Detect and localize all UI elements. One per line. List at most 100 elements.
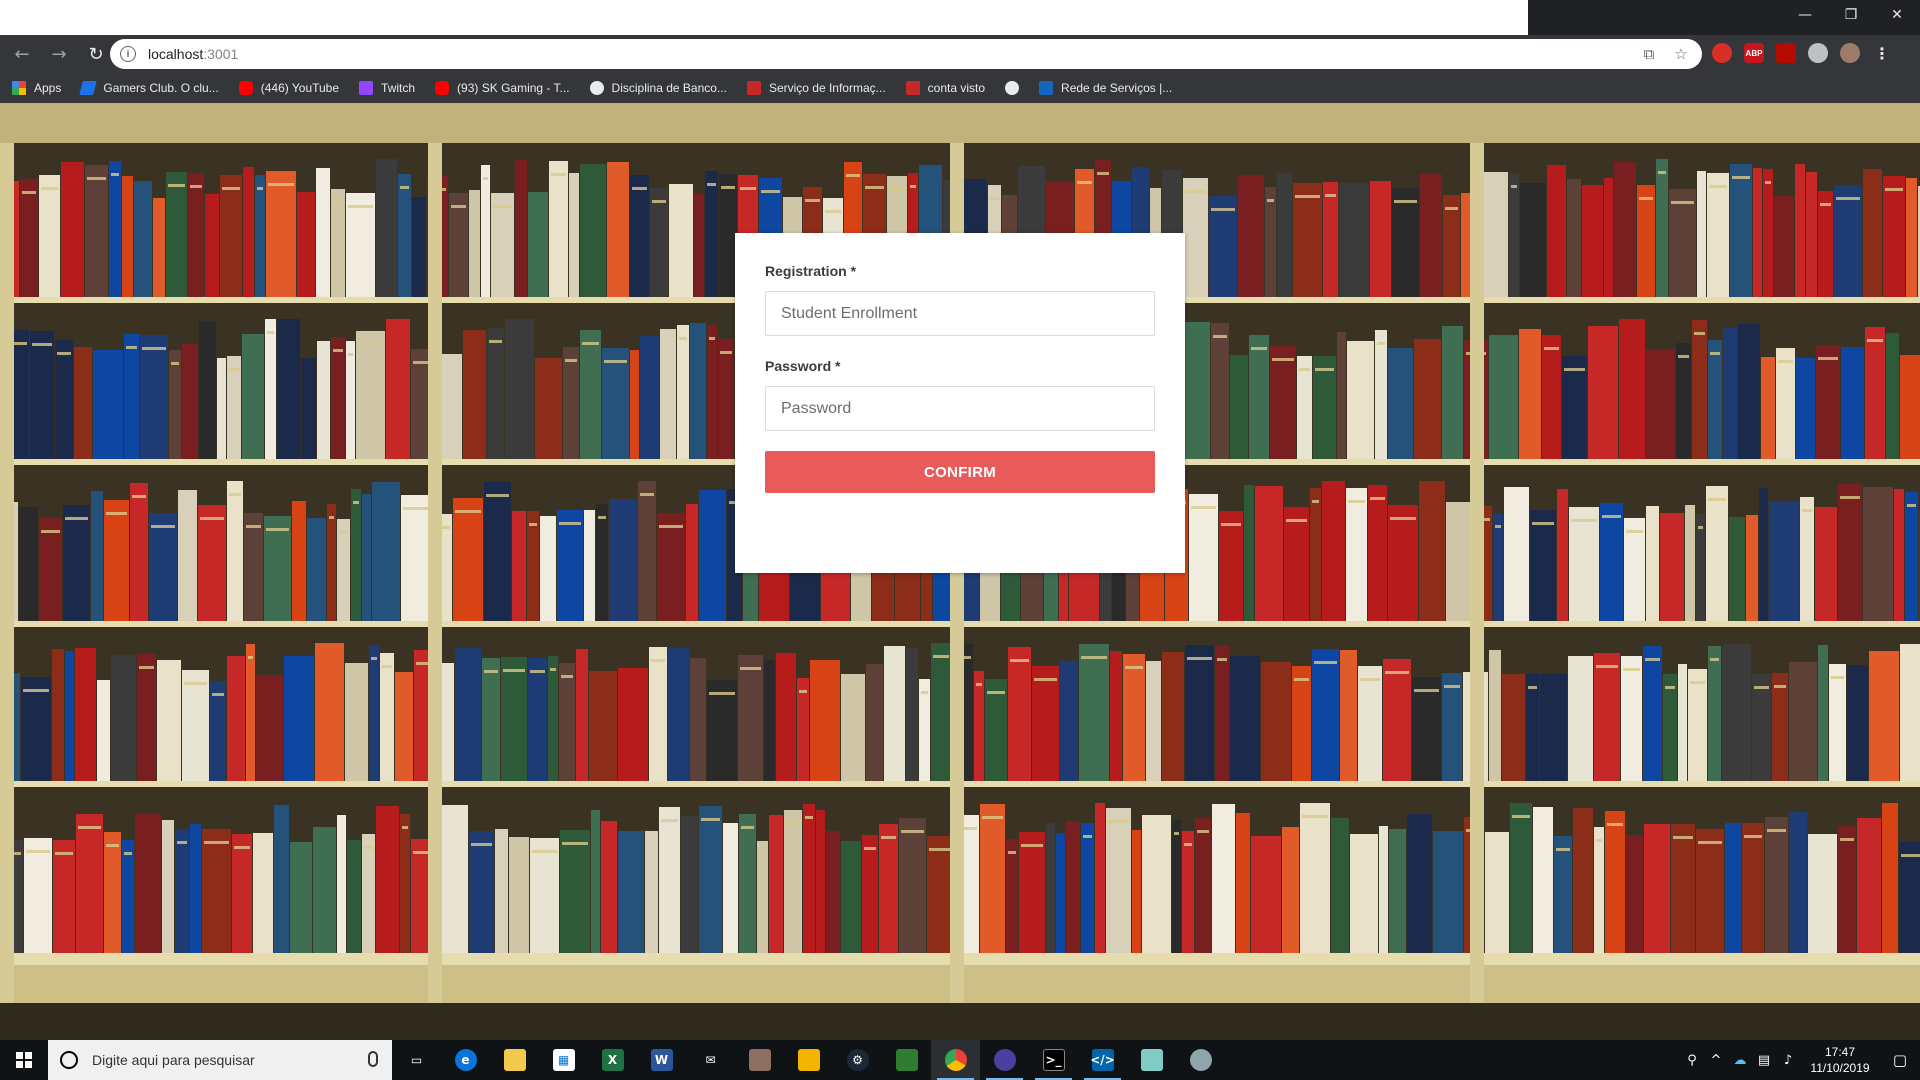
browser-toolbar: ← → ↻ i localhost:3001 ⧉ ☆ ABP ⋮ bbox=[0, 35, 1920, 73]
search-placeholder: Digite aqui para pesquisar bbox=[92, 1052, 255, 1068]
address-url[interactable]: localhost:3001 bbox=[148, 46, 238, 62]
bookmark-label: conta visto bbox=[927, 81, 986, 95]
taskbar-app-photo[interactable] bbox=[735, 1040, 784, 1080]
extension-gray-icon[interactable] bbox=[1808, 43, 1828, 63]
confirm-button[interactable]: CONFIRM bbox=[765, 451, 1155, 493]
extension-red-icon[interactable] bbox=[1712, 43, 1732, 63]
back-button[interactable]: ← bbox=[7, 39, 37, 69]
taskbar-apps: ▭ e ▦ X W ✉ ⚙ >_ </> bbox=[392, 1040, 1225, 1080]
taskbar-edge[interactable]: e bbox=[441, 1040, 490, 1080]
adblock-plus-icon[interactable]: ABP bbox=[1744, 43, 1764, 63]
reload-button[interactable]: ↻ bbox=[81, 39, 111, 69]
taskbar-app-teal[interactable] bbox=[1127, 1040, 1176, 1080]
url-port: :3001 bbox=[203, 46, 239, 62]
bookmark-disciplina[interactable]: Disciplina de Banco... bbox=[589, 81, 727, 95]
window-controls: — ❐ ✕ bbox=[1782, 0, 1920, 30]
twitch-icon bbox=[359, 81, 374, 95]
steam-icon: ⚙ bbox=[846, 1049, 869, 1071]
bookmark-youtube[interactable]: (446) YouTube bbox=[238, 81, 339, 95]
bookmark-twitch[interactable]: Twitch bbox=[359, 81, 415, 95]
taskbar-terminal[interactable]: >_ bbox=[1029, 1040, 1078, 1080]
bookmark-gamers-club[interactable]: Gamers Club. O clu... bbox=[79, 81, 219, 95]
bookmark-label: Rede de Serviços |... bbox=[1061, 81, 1173, 95]
taskbar-eclipse[interactable] bbox=[980, 1040, 1029, 1080]
show-hidden-icons[interactable]: ^ bbox=[1704, 1040, 1728, 1080]
globe-icon bbox=[1005, 81, 1020, 95]
taskbar-explorer[interactable] bbox=[490, 1040, 539, 1080]
yellow-app-icon bbox=[895, 1049, 918, 1071]
red-bird-icon bbox=[905, 81, 920, 95]
minimize-button[interactable]: — bbox=[1782, 0, 1828, 30]
bookmark-rede-servicos[interactable]: Rede de Serviços |... bbox=[1039, 81, 1172, 95]
apps-grid-icon bbox=[12, 81, 26, 95]
browser-titlebar: — ❐ ✕ bbox=[0, 0, 1920, 35]
taskbar-app-yellow[interactable] bbox=[882, 1040, 931, 1080]
bookmark-label: Apps bbox=[34, 81, 62, 95]
taskbar-word[interactable]: W bbox=[637, 1040, 686, 1080]
youtube-icon bbox=[435, 81, 450, 95]
bookmark-label: Serviço de Informaç... bbox=[768, 81, 886, 95]
bookmark-globe[interactable] bbox=[1005, 81, 1020, 95]
chrome-icon bbox=[944, 1049, 967, 1071]
info-icon[interactable]: i bbox=[120, 46, 136, 62]
start-button[interactable] bbox=[0, 1040, 48, 1080]
bookmark-sk-gaming[interactable]: (93) SK Gaming - T... bbox=[435, 81, 570, 95]
close-button[interactable]: ✕ bbox=[1874, 0, 1920, 30]
bookmark-servico[interactable]: Serviço de Informaç... bbox=[746, 81, 886, 95]
system-tray: ⚲ ^ ☁ ▤ ♪ 17:47 11/10/2019 ▢ bbox=[1680, 1040, 1920, 1080]
login-card: Registration * Password * CONFIRM bbox=[735, 233, 1185, 573]
globe-app-icon bbox=[1189, 1049, 1212, 1071]
windows-taskbar: Digite aqui para pesquisar ▭ e ▦ X W ✉ ⚙… bbox=[0, 1040, 1920, 1080]
clock-time: 17:47 bbox=[1824, 1045, 1856, 1059]
bookmark-apps[interactable]: Apps bbox=[12, 81, 61, 95]
bookmark-label: (93) SK Gaming - T... bbox=[457, 81, 570, 95]
bookmark-conta-visto[interactable]: conta visto bbox=[905, 81, 986, 95]
taskbar-chrome[interactable] bbox=[931, 1040, 980, 1080]
network-icon[interactable]: ▤ bbox=[1752, 1040, 1776, 1080]
taskbar-excel[interactable]: X bbox=[588, 1040, 637, 1080]
bookmark-label: Twitch bbox=[381, 81, 416, 95]
maximize-button[interactable]: ❐ bbox=[1828, 0, 1874, 30]
teal-app-icon bbox=[1140, 1049, 1163, 1071]
page-content: Registration * Password * CONFIRM bbox=[0, 103, 1920, 1041]
translate-icon[interactable]: ⧉ bbox=[1640, 45, 1658, 63]
edge-icon: e bbox=[454, 1049, 477, 1071]
browser-menu-icon[interactable]: ⋮ bbox=[1872, 43, 1892, 63]
password-group: Password * bbox=[765, 358, 1155, 431]
taskbar-store[interactable]: ▦ bbox=[539, 1040, 588, 1080]
notification-center-icon[interactable]: ▢ bbox=[1880, 1040, 1920, 1080]
forward-button[interactable]: → bbox=[44, 39, 74, 69]
terminal-icon: >_ bbox=[1042, 1049, 1065, 1071]
url-host: localhost bbox=[148, 46, 204, 62]
task-view-button[interactable]: ▭ bbox=[392, 1040, 441, 1080]
mail-icon: ✉ bbox=[705, 1053, 716, 1067]
word-icon: W bbox=[650, 1049, 673, 1071]
taskbar-steam[interactable]: ⚙ bbox=[833, 1040, 882, 1080]
taskbar-mail[interactable]: ✉ bbox=[686, 1040, 735, 1080]
gamers-club-icon bbox=[79, 81, 98, 95]
registration-input[interactable] bbox=[765, 291, 1155, 336]
clock-date: 11/10/2019 bbox=[1810, 1061, 1870, 1075]
bookmark-label: Gamers Club. O clu... bbox=[103, 81, 219, 95]
cortana-icon bbox=[60, 1051, 78, 1069]
folder-icon bbox=[503, 1049, 526, 1071]
volume-icon[interactable]: ♪ bbox=[1776, 1040, 1800, 1080]
people-icon[interactable]: ⚲ bbox=[1680, 1040, 1704, 1080]
taskbar-search[interactable]: Digite aqui para pesquisar bbox=[48, 1040, 392, 1080]
taskbar-app-game[interactable] bbox=[784, 1040, 833, 1080]
extensions-area: ABP ⋮ bbox=[1712, 43, 1892, 63]
registration-label: Registration * bbox=[765, 263, 857, 279]
password-input[interactable] bbox=[765, 386, 1155, 431]
taskbar-vscode[interactable]: </> bbox=[1078, 1040, 1127, 1080]
onedrive-icon[interactable]: ☁ bbox=[1728, 1040, 1752, 1080]
store-icon: ▦ bbox=[552, 1049, 575, 1071]
registration-group: Registration * bbox=[765, 263, 1155, 336]
profile-avatar[interactable] bbox=[1840, 43, 1860, 63]
bookmark-star-icon[interactable]: ☆ bbox=[1672, 45, 1690, 63]
pdf-extension-icon[interactable] bbox=[1776, 43, 1796, 63]
taskbar-app-globe[interactable] bbox=[1176, 1040, 1225, 1080]
microphone-icon[interactable] bbox=[368, 1051, 378, 1067]
eclipse-icon bbox=[993, 1049, 1016, 1071]
system-clock[interactable]: 17:47 11/10/2019 bbox=[1800, 1044, 1880, 1076]
address-bar[interactable]: i localhost:3001 ⧉ ☆ bbox=[110, 39, 1702, 69]
